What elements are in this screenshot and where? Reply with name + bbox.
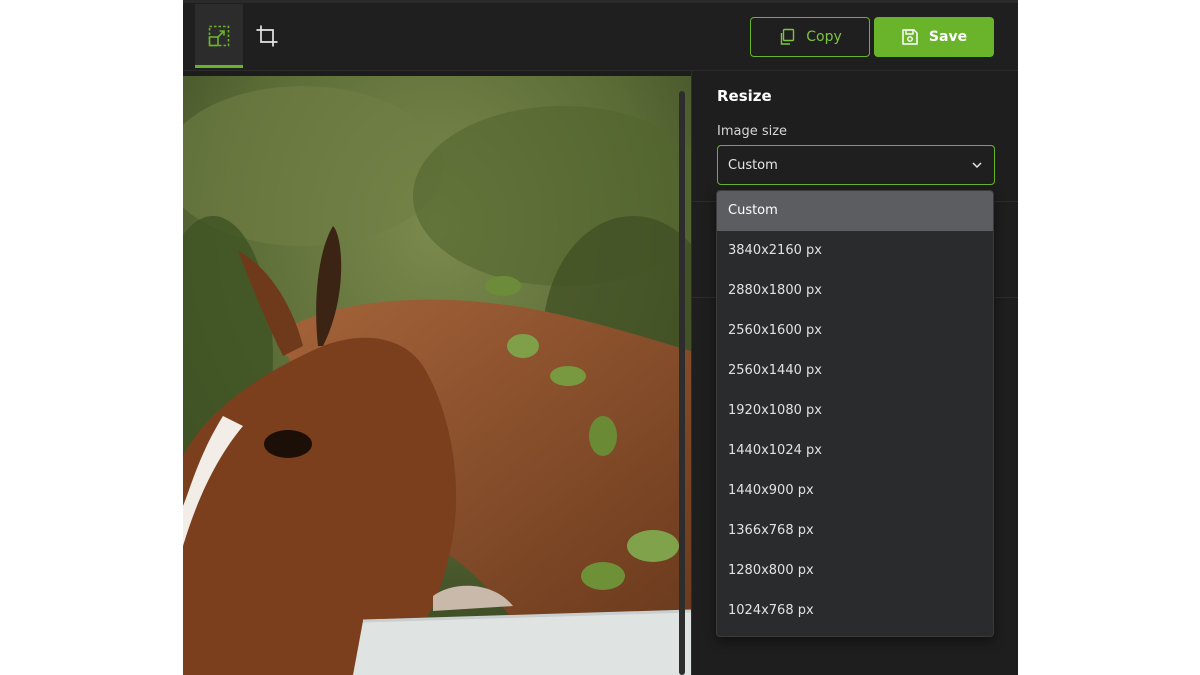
crop-tool-button[interactable] [243, 4, 291, 67]
toolbar: Copy Save [183, 3, 1018, 71]
image-size-select[interactable]: Custom [717, 145, 995, 185]
dropdown-option-1024x768[interactable]: 1024x768 px [717, 591, 993, 631]
dropdown-option-1440x1024[interactable]: 1440x1024 px [717, 431, 993, 471]
resize-tool-button[interactable] [195, 4, 243, 68]
image-size-label: Image size [717, 124, 788, 139]
image-size-selected-value: Custom [728, 157, 778, 173]
resize-icon [208, 25, 230, 46]
save-button-label: Save [928, 29, 968, 45]
copy-icon [781, 28, 795, 45]
dropdown-option-1440x900[interactable]: 1440x900 px [717, 471, 993, 511]
dropdown-option-1366x768[interactable]: 1366x768 px [717, 511, 993, 551]
horse-photo [183, 76, 691, 675]
dropdown-option-3840x2160[interactable]: 3840x2160 px [717, 231, 993, 271]
save-button[interactable]: Save [874, 17, 994, 57]
active-tool-indicator [195, 65, 243, 68]
crop-icon [256, 25, 278, 46]
panel-title: Resize [717, 87, 772, 105]
dropdown-option-2560x1440[interactable]: 2560x1440 px [717, 351, 993, 391]
copy-button[interactable]: Copy [750, 17, 870, 57]
dropdown-option-1280x800[interactable]: 1280x800 px [717, 551, 993, 591]
image-canvas[interactable] [183, 76, 691, 675]
copy-button-label: Copy [806, 29, 842, 45]
save-icon [902, 29, 918, 45]
image-size-dropdown: Custom 3840x2160 px 2880x1800 px 2560x16… [716, 190, 994, 637]
dropdown-option-1920x1080[interactable]: 1920x1080 px [717, 391, 993, 431]
dropdown-option-custom[interactable]: Custom [717, 191, 993, 231]
dropdown-option-2560x1600[interactable]: 2560x1600 px [717, 311, 993, 351]
chevron-down-icon [972, 162, 982, 169]
canvas-scrollbar[interactable] [679, 91, 685, 675]
dropdown-option-2880x1800[interactable]: 2880x1800 px [717, 271, 993, 311]
